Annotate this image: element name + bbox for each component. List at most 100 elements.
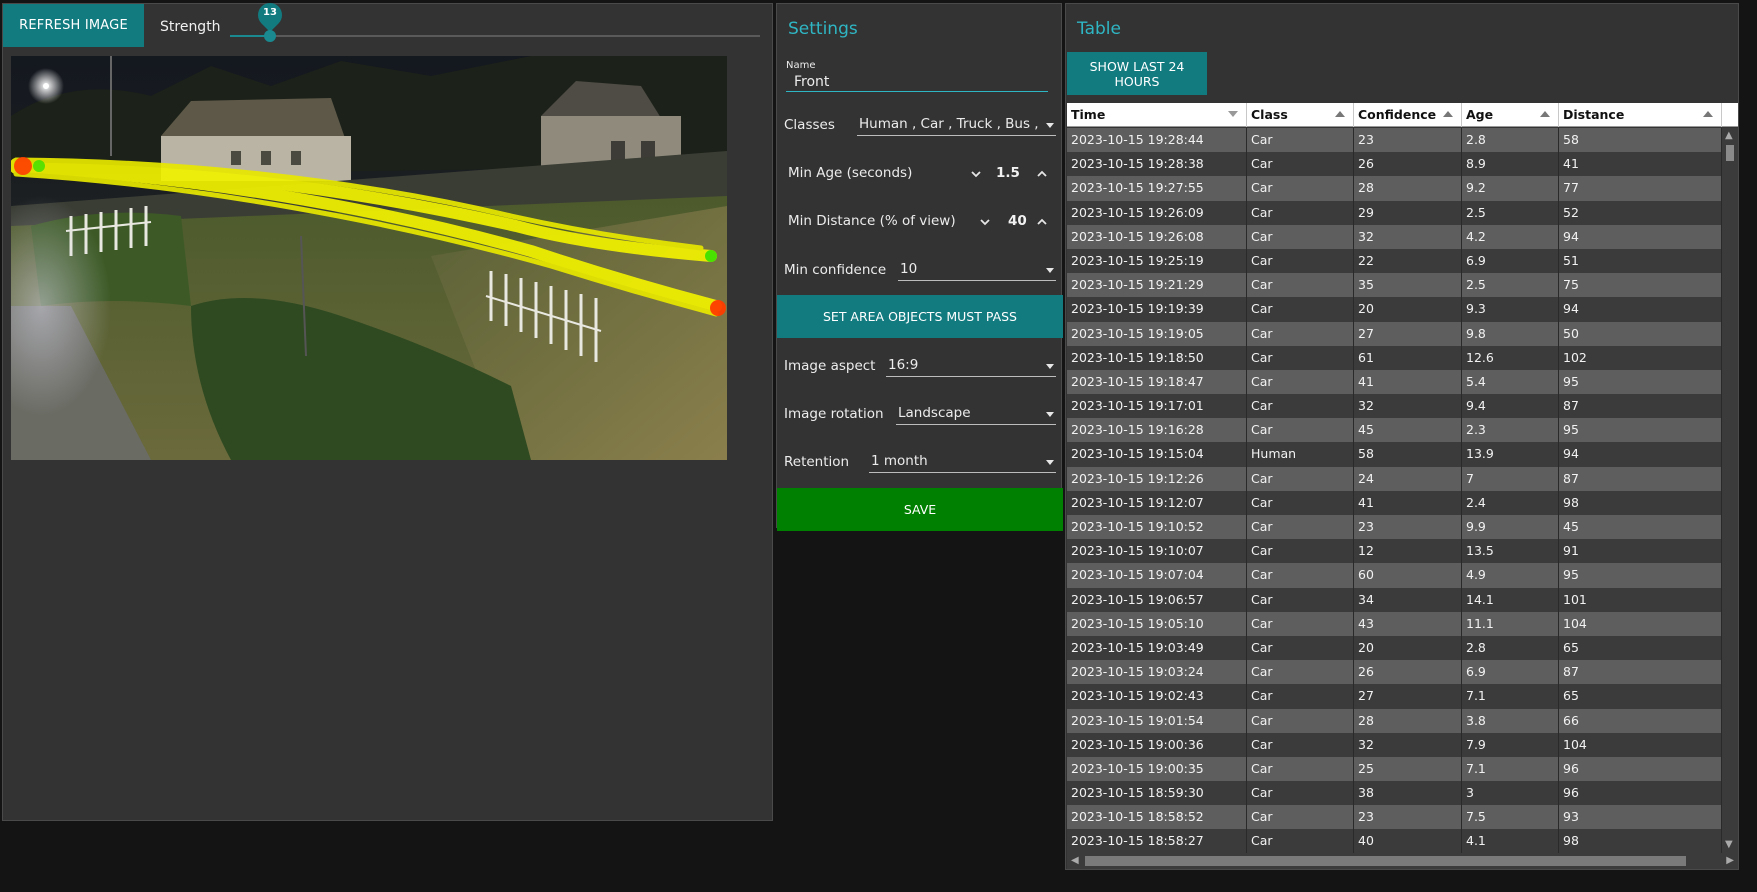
cell-confidence: 32 [1354,394,1462,419]
show-last-24-hours-button[interactable]: SHOW LAST 24 HOURS [1067,52,1207,95]
table-row[interactable]: 2023-10-15 19:00:35 Car 25 7.1 96 [1067,756,1722,782]
cell-class: Car [1247,684,1354,709]
strength-slider[interactable]: 13 [230,0,760,42]
cell-age: 13.9 [1462,442,1559,467]
name-input[interactable] [786,72,1048,92]
min-confidence-value: 10 [900,261,918,277]
cell-confidence: 23 [1354,128,1462,153]
cell-time: 2023-10-15 19:21:29 [1067,273,1247,298]
cell-distance: 66 [1559,708,1722,733]
save-button[interactable]: SAVE [777,488,1063,531]
scroll-right-icon[interactable]: ▶ [1726,856,1734,866]
retention-select[interactable]: 1 month [869,451,1056,473]
image-rotation-label: Image rotation [784,406,884,422]
cell-class: Car [1247,224,1354,249]
table-row[interactable]: 2023-10-15 19:16:28 Car 45 2.3 95 [1067,418,1722,443]
table-row[interactable]: 2023-10-15 19:00:36 Car 32 7.9 104 [1067,732,1722,757]
chevron-up-icon[interactable] [1035,167,1049,181]
table-row[interactable]: 2023-10-15 18:58:27 Car 40 4.1 98 [1067,829,1722,853]
classes-select[interactable]: Human , Car , Truck , Bus , ... [857,114,1056,136]
cell-confidence: 26 [1354,152,1462,177]
cell-time: 2023-10-15 19:26:08 [1067,224,1247,249]
table-row[interactable]: 2023-10-15 19:01:54 Car 28 3.8 66 [1067,708,1722,733]
table-row[interactable]: 2023-10-15 19:10:07 Car 12 13.5 91 [1067,539,1722,564]
sort-icon[interactable] [1703,111,1713,117]
table-row[interactable]: 2023-10-15 19:12:26 Car 24 7 87 [1067,466,1722,491]
cell-confidence: 24 [1354,466,1462,491]
table-row[interactable]: 2023-10-15 19:27:55 Car 28 9.2 77 [1067,176,1722,201]
min-confidence-select[interactable]: 10 [898,259,1056,281]
image-rotation-value: Landscape [898,405,971,421]
retention-row: Retention 1 month [784,451,1056,475]
horizontal-scrollbar-thumb[interactable] [1085,856,1686,866]
column-header-class[interactable]: Class [1247,103,1354,127]
table-row[interactable]: 2023-10-15 19:18:50 Car 61 12.6 102 [1067,345,1722,370]
table-row[interactable]: 2023-10-15 19:06:57 Car 34 14.1 101 [1067,587,1722,612]
set-area-button[interactable]: SET AREA OBJECTS MUST PASS [777,295,1063,338]
vertical-scrollbar-thumb[interactable] [1726,145,1734,161]
scroll-up-icon[interactable]: ▲ [1725,131,1733,141]
retention-label: Retention [784,454,850,470]
table-row[interactable]: 2023-10-15 19:26:09 Car 29 2.5 52 [1067,200,1722,225]
min-age-value[interactable]: 1.5 [996,165,1020,181]
scroll-down-icon[interactable]: ▼ [1725,840,1733,850]
table-row[interactable]: 2023-10-15 18:58:52 Car 23 7.5 93 [1067,805,1722,830]
cell-distance: 58 [1559,128,1722,153]
image-rotation-select[interactable]: Landscape [896,403,1056,425]
table-row[interactable]: 2023-10-15 19:10:52 Car 23 9.9 45 [1067,515,1722,540]
vertical-scrollbar[interactable]: ▲ ▼ [1722,128,1738,853]
cell-confidence: 22 [1354,248,1462,274]
cell-time: 2023-10-15 19:03:49 [1067,635,1247,661]
sort-icon[interactable] [1228,111,1238,117]
chevron-down-icon[interactable] [969,167,983,181]
image-aspect-select[interactable]: 16:9 [886,355,1056,377]
strength-slider-thumb[interactable] [264,30,276,42]
table-row[interactable]: 2023-10-15 19:28:38 Car 26 8.9 41 [1067,152,1722,177]
table-row[interactable]: 2023-10-15 19:21:29 Car 35 2.5 75 [1067,273,1722,298]
cell-age: 7 [1462,466,1559,491]
cell-time: 2023-10-15 19:18:50 [1067,345,1247,370]
table-row[interactable]: 2023-10-15 19:26:08 Car 32 4.2 94 [1067,224,1722,249]
sort-icon[interactable] [1540,111,1550,117]
table-row[interactable]: 2023-10-15 18:59:30 Car 38 3 96 [1067,781,1722,806]
table-row[interactable]: 2023-10-15 19:03:24 Car 26 6.9 87 [1067,660,1722,685]
horizontal-scrollbar[interactable]: ◀ ▶ [1067,853,1738,869]
cell-distance: 104 [1559,611,1722,636]
table-row[interactable]: 2023-10-15 19:03:49 Car 20 2.8 65 [1067,635,1722,661]
cell-age: 7.9 [1462,732,1559,757]
table-row[interactable]: 2023-10-15 19:07:04 Car 60 4.9 95 [1067,563,1722,588]
sort-icon[interactable] [1443,111,1453,117]
cell-confidence: 38 [1354,781,1462,806]
column-header-label: Distance [1563,107,1625,122]
sort-icon[interactable] [1335,111,1345,117]
cell-time: 2023-10-15 19:10:52 [1067,515,1247,540]
min-distance-value[interactable]: 40 [1008,213,1027,229]
table-row[interactable]: 2023-10-15 19:17:01 Car 32 9.4 87 [1067,394,1722,419]
chevron-down-icon[interactable] [978,215,992,229]
table-row[interactable]: 2023-10-15 19:28:44 Car 23 2.8 58 [1067,128,1722,153]
table-row[interactable]: 2023-10-15 19:25:19 Car 22 6.9 51 [1067,248,1722,274]
cell-distance: 77 [1559,176,1722,201]
grid-header: Time Class Confidence Age Distance [1067,103,1738,127]
table-row[interactable]: 2023-10-15 19:18:47 Car 41 5.4 95 [1067,369,1722,395]
table-row[interactable]: 2023-10-15 19:12:07 Car 41 2.4 98 [1067,490,1722,515]
table-row[interactable]: 2023-10-15 19:15:04 Human 58 13.9 94 [1067,442,1722,467]
column-header-confidence[interactable]: Confidence [1354,103,1462,127]
refresh-image-button[interactable]: REFRESH IMAGE [3,4,144,47]
cell-distance: 51 [1559,248,1722,274]
column-header-distance[interactable]: Distance [1559,103,1722,127]
cell-class: Car [1247,539,1354,564]
cell-distance: 104 [1559,732,1722,757]
dropdown-caret-icon [1046,412,1054,417]
chevron-up-icon[interactable] [1035,215,1049,229]
table-row[interactable]: 2023-10-15 19:05:10 Car 43 11.1 104 [1067,611,1722,636]
column-header-time[interactable]: Time [1067,103,1247,127]
cell-confidence: 41 [1354,369,1462,395]
cell-confidence: 27 [1354,321,1462,346]
table-row[interactable]: 2023-10-15 19:19:39 Car 20 9.3 94 [1067,297,1722,322]
scroll-left-icon[interactable]: ◀ [1071,856,1079,866]
cell-confidence: 35 [1354,273,1462,298]
table-row[interactable]: 2023-10-15 19:19:05 Car 27 9.8 50 [1067,321,1722,346]
column-header-age[interactable]: Age [1462,103,1559,127]
table-row[interactable]: 2023-10-15 19:02:43 Car 27 7.1 65 [1067,684,1722,709]
